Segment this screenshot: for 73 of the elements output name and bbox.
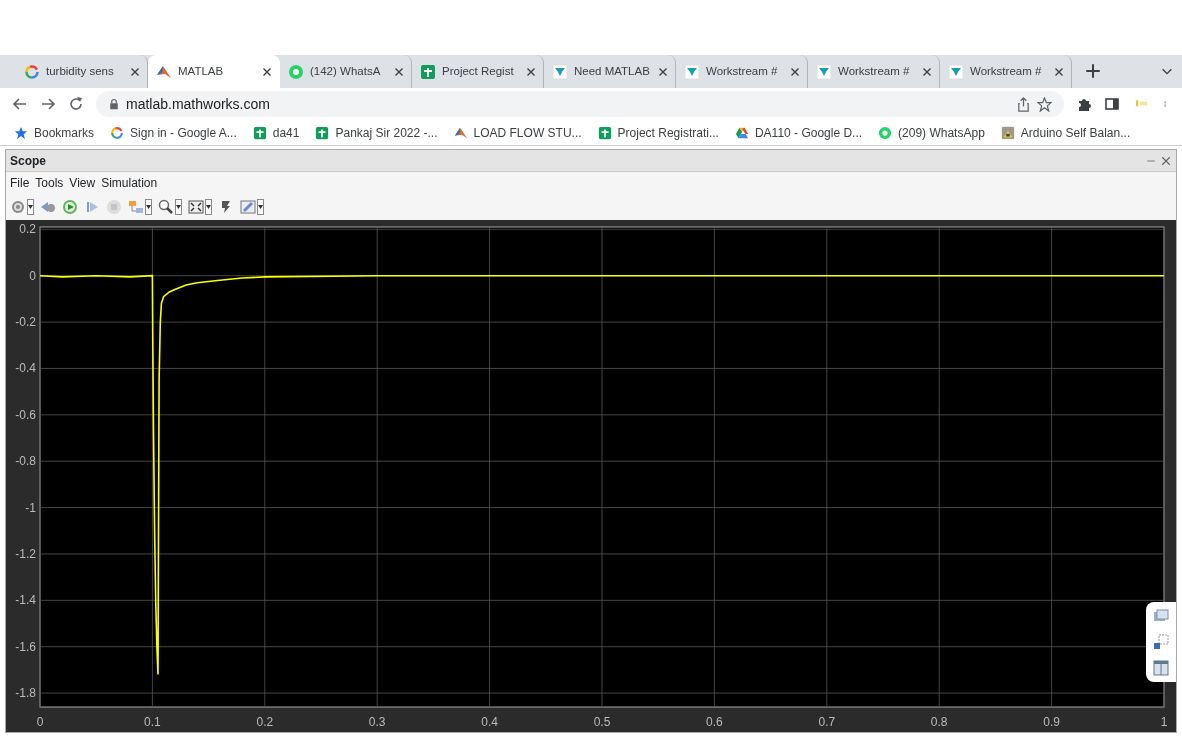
bookmark-star-icon[interactable]	[1037, 96, 1052, 112]
step-back-icon[interactable]	[40, 199, 56, 215]
x-tick-label: 0.6	[706, 715, 723, 729]
site-icon	[948, 63, 964, 80]
lock-icon	[108, 98, 120, 110]
x-tick-label: 0.9	[1043, 715, 1060, 729]
site-icon	[734, 125, 749, 140]
y-tick-label: -1	[25, 500, 36, 515]
menu-item[interactable]: Simulation	[101, 174, 158, 192]
window-title: Scope	[10, 152, 46, 170]
site-icon	[420, 63, 436, 80]
y-tick-label: -0.8	[15, 454, 36, 469]
share-icon[interactable]	[1016, 96, 1031, 112]
x-tick-label: 0.4	[481, 715, 498, 729]
forward-icon[interactable]	[40, 96, 56, 112]
y-tick-label: -0.2	[15, 315, 36, 330]
site-icon	[1000, 125, 1015, 140]
site-icon	[597, 125, 612, 140]
menu-item[interactable]: View	[69, 174, 96, 192]
bookmark-link[interactable]: DA110 - Google D...	[754, 123, 863, 142]
x-tick-label: 0	[36, 715, 44, 729]
x-tick-label: 0.1	[144, 715, 161, 729]
y-tick-label: -1.6	[15, 639, 36, 654]
side-panel-icon[interactable]	[1104, 96, 1120, 112]
y-tick-label: 0	[29, 268, 36, 283]
y-tick-label: -0.6	[15, 407, 36, 422]
y-tick-label: -1.8	[15, 686, 36, 701]
y-tick-label: -1.2	[15, 546, 36, 561]
x-tick-label: 0.5	[593, 715, 611, 729]
bookmark-link[interactable]: Sign in - Google A...	[130, 123, 237, 142]
undock-icon[interactable]	[1153, 634, 1169, 650]
bookmark-link[interactable]: Arduino Self Balan...	[1020, 123, 1131, 142]
new-tab-icon[interactable]	[1084, 62, 1102, 80]
site-icon	[878, 125, 893, 140]
site-icon	[110, 125, 125, 140]
site-icon	[816, 63, 832, 80]
menu-item[interactable]: Tools	[35, 174, 64, 192]
bookmark-link[interactable]: (209) WhatsApp	[898, 123, 985, 142]
browser-tab[interactable]: MATLAB	[148, 55, 280, 88]
close-icon[interactable]	[1160, 154, 1172, 167]
bookmark-link[interactable]: LOAD FLOW STU...	[473, 123, 582, 142]
bookmark-link[interactable]: da41	[272, 123, 300, 142]
step-forward-icon[interactable]	[84, 199, 100, 215]
window-stack-icon[interactable]	[1153, 608, 1169, 624]
puzzle-icon[interactable]	[1076, 96, 1092, 112]
y-tick-label: 0.2	[19, 222, 36, 237]
run-icon[interactable]	[62, 199, 78, 215]
zoom-icon[interactable]	[158, 199, 174, 215]
x-tick-label: 0.7	[818, 715, 836, 729]
layout-icon[interactable]	[1153, 660, 1169, 676]
site-icon	[252, 125, 267, 140]
fit-icon[interactable]	[188, 199, 204, 215]
x-tick-label: 1	[1160, 715, 1168, 729]
site-icon	[24, 63, 40, 80]
x-tick-label: 0.8	[930, 715, 948, 729]
site-icon	[14, 125, 28, 140]
bookmark-link[interactable]: Project Registrati...	[617, 123, 719, 142]
site-icon	[288, 63, 304, 80]
y-tick-label: -0.4	[15, 361, 36, 376]
back-icon[interactable]	[12, 96, 28, 112]
bookmark-link[interactable]: Bookmarks	[34, 123, 95, 142]
site-icon	[684, 63, 700, 80]
x-tick-label: 0.3	[368, 715, 386, 729]
x-tick-label: 0.2	[256, 715, 274, 729]
menu-item[interactable]: File	[10, 174, 30, 192]
bookmark-link[interactable]: Pankaj Sir 2022 -...	[335, 123, 438, 142]
site-icon	[315, 125, 330, 140]
address-bar[interactable]: matlab.mathworks.com	[96, 91, 1064, 117]
reload-icon[interactable]	[68, 96, 84, 112]
site-icon	[453, 125, 468, 140]
site-icon	[552, 63, 568, 80]
y-tick-label: -1.4	[15, 593, 36, 608]
url-text: matlab.mathworks.com	[126, 94, 270, 114]
